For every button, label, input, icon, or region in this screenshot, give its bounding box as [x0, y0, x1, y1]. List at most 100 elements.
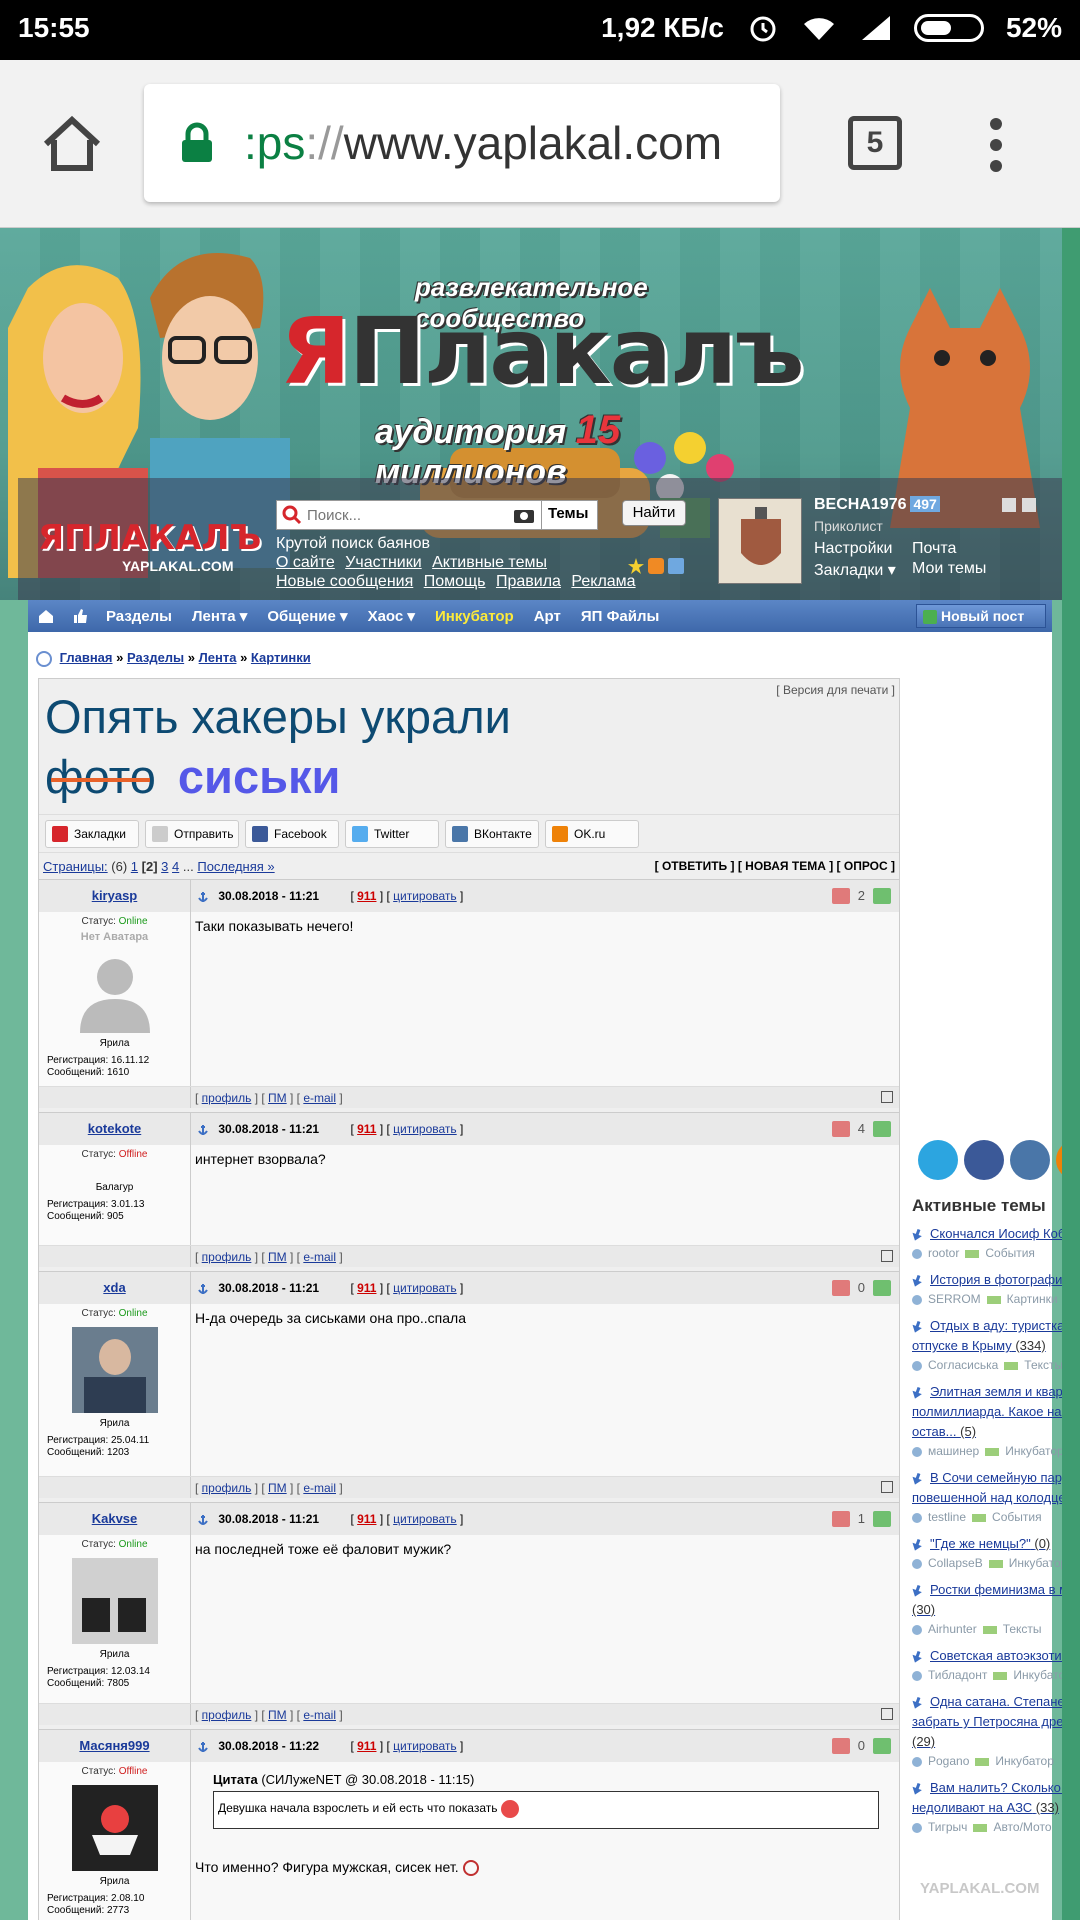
anchor-icon[interactable] [197, 1124, 209, 1136]
site-logo-large[interactable]: развлекательное сообщество ЯПлакалъ ауди… [280, 268, 804, 491]
active-topic-link[interactable]: Советская автоэкзотика [930, 1648, 1075, 1663]
share-bookmarks-button[interactable]: Закладки [45, 819, 139, 848]
scroll-top-icon[interactable] [881, 1708, 893, 1720]
post-author[interactable]: kiryasp [92, 888, 138, 903]
active-topic-link[interactable]: Отдых в аду: туристка и отпуске в Крыму [912, 1318, 1075, 1353]
link-ads[interactable]: Реклама [571, 573, 635, 590]
topic-user[interactable]: SERROM [928, 1292, 981, 1306]
tab-switcher-button[interactable]: 5 [848, 116, 902, 170]
scroll-top-icon[interactable] [881, 1481, 893, 1493]
search-scope-select[interactable]: Темы [541, 501, 594, 529]
overflow-menu-icon[interactable] [986, 118, 1006, 172]
report-link[interactable]: 911 [357, 1281, 376, 1295]
link-rules[interactable]: Правила [496, 573, 561, 590]
rss-icon[interactable] [648, 558, 664, 574]
user-name[interactable]: ВЕСНА1976 497 [814, 496, 940, 514]
profile-link[interactable]: профиль [202, 1250, 252, 1264]
scroll-top-icon[interactable] [881, 1091, 893, 1103]
topic-user[interactable]: Airhunter [928, 1622, 977, 1636]
topic-section[interactable]: Инкубатор [995, 1754, 1054, 1768]
active-topic-link[interactable]: В Сочи семейную пару с повешенной над ко… [912, 1470, 1078, 1505]
email-link[interactable]: e-mail [303, 1250, 336, 1264]
link-about[interactable]: О сайте [276, 554, 335, 571]
nav-chaos[interactable]: Хаос ▾ [368, 607, 415, 625]
active-topic-link[interactable]: Скончался Иосиф Кобзо [930, 1226, 1078, 1241]
active-topic-link[interactable]: История в фотографиях [930, 1272, 1076, 1287]
telegram-icon[interactable] [918, 1140, 958, 1180]
home-icon[interactable] [40, 112, 104, 176]
facebook-round-icon[interactable] [964, 1140, 1004, 1180]
user-menu-my-topics[interactable]: Мои темы [912, 560, 986, 580]
topic-section[interactable]: Инкубатор [1005, 1444, 1064, 1458]
pm-link[interactable]: ПМ [268, 1091, 287, 1105]
report-link[interactable]: 911 [357, 1512, 376, 1526]
topic-user[interactable]: Тибладонт [928, 1668, 987, 1682]
quote-link[interactable]: цитировать [393, 1739, 457, 1753]
user-avatar[interactable] [718, 498, 802, 584]
page-last[interactable]: Последняя » [197, 859, 274, 874]
page-3[interactable]: 3 [161, 859, 168, 874]
search-input[interactable] [307, 506, 507, 524]
page-1[interactable]: 1 [131, 859, 138, 874]
anchor-icon[interactable] [197, 891, 209, 903]
topic-user[interactable]: Pogano [928, 1754, 969, 1768]
active-topic-link[interactable]: "Где же немцы?" [930, 1536, 1031, 1551]
quote-link[interactable]: цитировать [393, 1512, 457, 1526]
share-facebook-button[interactable]: Facebook [245, 819, 339, 848]
thumbs-down-icon[interactable] [831, 1121, 850, 1137]
post-author[interactable]: kotekote [88, 1121, 141, 1136]
thumbs-up-green-icon[interactable] [873, 888, 891, 904]
topic-section[interactable]: Тексты [1003, 1622, 1042, 1636]
email-link[interactable]: e-mail [303, 1091, 336, 1105]
nav-talk[interactable]: Общение ▾ [267, 607, 347, 625]
post-author[interactable]: Масяня999 [79, 1738, 149, 1753]
pm-link[interactable]: ПМ [268, 1708, 287, 1722]
quote-link[interactable]: цитировать [393, 889, 457, 903]
thumbs-down-icon[interactable] [831, 1280, 850, 1296]
nav-incubator[interactable]: Инкубатор [435, 608, 514, 625]
link-help[interactable]: Помощь [424, 573, 486, 590]
post-author[interactable]: Kakvse [92, 1511, 138, 1526]
nav-art[interactable]: Арт [534, 608, 561, 625]
star-icon[interactable] [628, 558, 644, 574]
thumbs-down-icon[interactable] [831, 1738, 850, 1754]
quote-link[interactable]: цитировать [393, 1122, 457, 1136]
topic-user[interactable]: rootor [928, 1246, 959, 1260]
link-members[interactable]: Участники [345, 554, 421, 571]
user-menu-bookmarks[interactable]: Закладки ▾ [814, 560, 912, 580]
print-version-link[interactable]: [ Версия для печати ] [776, 683, 895, 697]
user-menu-mail[interactable]: Почта [912, 540, 986, 558]
share-send-button[interactable]: Отправить [145, 819, 239, 848]
topic-user[interactable]: Тигрыч [928, 1820, 967, 1834]
thumbs-up-green-icon[interactable] [873, 1511, 891, 1527]
camera-icon[interactable] [513, 506, 535, 524]
site-logo-small[interactable]: ЯПЛАКАЛЪ YAPLAKAL.COM [38, 518, 261, 588]
topic-user[interactable]: testline [928, 1510, 966, 1524]
page-4[interactable]: 4 [172, 859, 179, 874]
report-link[interactable]: 911 [357, 1739, 376, 1753]
pen-icon[interactable] [668, 558, 684, 574]
thumbs-up-icon[interactable] [72, 608, 88, 624]
share-ok-button[interactable]: OK.ru [545, 819, 639, 848]
nav-sections[interactable]: Разделы [106, 608, 172, 625]
user-menu-settings[interactable]: Настройки [814, 540, 912, 558]
email-link[interactable]: e-mail [303, 1481, 336, 1495]
search-button[interactable]: Найти [622, 500, 686, 526]
profile-link[interactable]: профиль [202, 1091, 252, 1105]
topic-actions[interactable]: [ ОТВЕТИТЬ ] [ НОВАЯ ТЕМА ] [ ОПРОС ] [655, 859, 895, 873]
report-link[interactable]: 911 [357, 889, 376, 903]
crumb-pictures[interactable]: Картинки [251, 650, 311, 665]
plus-icon[interactable] [1002, 498, 1016, 512]
thumbs-up-green-icon[interactable] [873, 1121, 891, 1137]
topic-user[interactable]: CollapseB [928, 1556, 983, 1570]
email-link[interactable]: e-mail [303, 1708, 336, 1722]
report-link[interactable]: 911 [357, 1122, 376, 1136]
topic-section[interactable]: Инкубатор [1009, 1556, 1068, 1570]
address-bar[interactable]: :ps://www.yaplakal.com [144, 84, 780, 202]
anchor-icon[interactable] [197, 1283, 209, 1295]
topic-section[interactable]: Тексты [1024, 1358, 1063, 1372]
vk-round-icon[interactable] [1010, 1140, 1050, 1180]
profile-link[interactable]: профиль [202, 1708, 252, 1722]
anchor-icon[interactable] [197, 1741, 209, 1753]
topic-section[interactable]: События [992, 1510, 1042, 1524]
